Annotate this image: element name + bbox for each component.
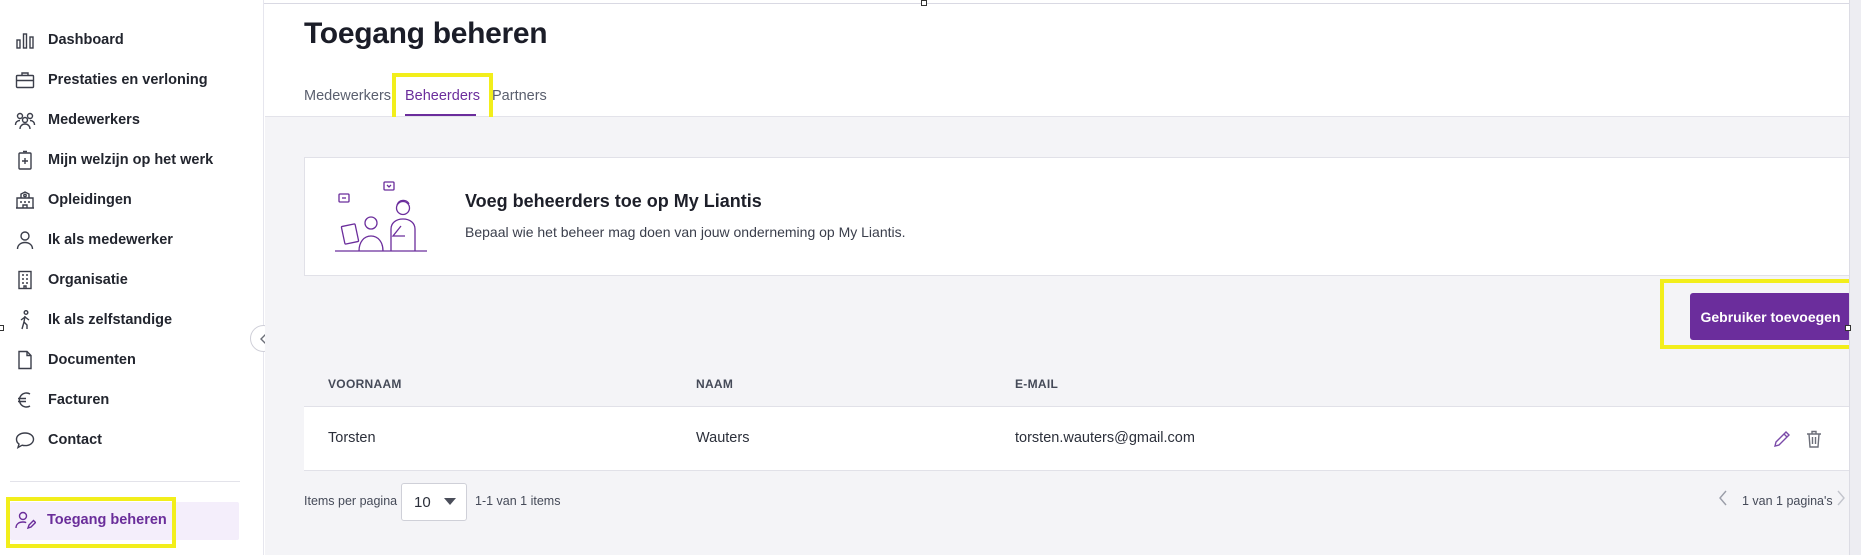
page-size-value: 10 — [414, 494, 431, 511]
page-size-select[interactable] — [401, 483, 467, 521]
briefcase-icon — [15, 72, 35, 89]
chevron-left-icon — [1719, 490, 1727, 506]
sidebar-item-label: Facturen — [48, 392, 110, 408]
delete-icon[interactable] — [1803, 428, 1825, 450]
page-title: Toegang beheren — [304, 17, 548, 50]
sidebar-divider — [10, 481, 240, 482]
office-building-icon — [18, 270, 32, 290]
sidebar-item-label: Opleidingen — [48, 192, 132, 208]
sidebar: Dashboard Prestaties en verloning Medewe… — [0, 0, 264, 555]
info-card — [304, 157, 1850, 276]
person-icon — [16, 231, 34, 250]
bar-chart-icon — [16, 33, 34, 49]
sidebar-item-contact[interactable]: Contact — [14, 427, 102, 453]
document-icon — [18, 350, 32, 370]
cell-email: torsten.wauters@gmail.com — [1015, 430, 1195, 446]
euro-icon — [18, 392, 31, 408]
sidebar-item-dashboard[interactable]: Dashboard — [14, 27, 124, 53]
sidebar-item-zelfstandige[interactable]: Ik als zelfstandige — [14, 307, 172, 333]
card-title: Voeg beheerders toe op My Liantis — [465, 191, 762, 211]
school-building-icon — [16, 191, 34, 209]
sidebar-item-facturen[interactable]: Facturen — [14, 387, 109, 413]
highlight-box — [1660, 279, 1855, 349]
chevron-right-icon — [1837, 490, 1845, 506]
sidebar-item-label: Ik als zelfstandige — [48, 312, 173, 328]
sidebar-item-documenten[interactable]: Documenten — [14, 347, 136, 373]
app-window: Dashboard Prestaties en verloning Medewe… — [0, 0, 1861, 555]
sidebar-item-medewerkers[interactable]: Medewerkers — [14, 107, 140, 133]
sidebar-item-ik-als-medewerker[interactable]: Ik als medewerker — [14, 227, 173, 253]
column-header-voornaam[interactable]: VOORNAAM — [328, 377, 402, 391]
resize-handle[interactable] — [1845, 325, 1851, 331]
chevron-down-icon — [444, 498, 456, 505]
table-header — [304, 356, 1850, 407]
column-header-email[interactable]: E-MAIL — [1015, 377, 1058, 391]
items-range: 1-1 van 1 items — [475, 494, 561, 508]
sidebar-item-label: Medewerkers — [48, 112, 140, 128]
edit-icon[interactable] — [1771, 428, 1793, 450]
tab-partners[interactable]: Partners — [492, 88, 547, 104]
sidebar-item-label: Documenten — [48, 352, 136, 368]
page-indicator: 1 van 1 pagina's — [1742, 494, 1833, 508]
previous-page-button[interactable] — [1718, 490, 1728, 511]
sidebar-item-label: Prestaties en verloning — [48, 72, 208, 88]
items-per-page-label: Items per pagina — [304, 494, 398, 508]
sidebar-item-label: Organisatie — [48, 272, 128, 288]
sidebar-item-label: Ik als medewerker — [48, 232, 173, 248]
sidebar-item-organisatie[interactable]: Organisatie — [14, 267, 128, 293]
chat-bubble-icon — [15, 432, 35, 449]
card-subtitle: Bepaal wie het beheer mag doen van jouw … — [465, 224, 906, 240]
sidebar-item-label: Dashboard — [48, 32, 124, 48]
sidebar-item-welzijn[interactable]: Mijn welzijn op het werk — [14, 147, 213, 173]
cell-voornaam: Torsten — [328, 430, 376, 446]
sidebar-item-opleidingen[interactable]: Opleidingen — [14, 187, 132, 213]
walking-person-icon — [20, 310, 30, 330]
cell-naam: Wauters — [696, 430, 750, 446]
resize-handle[interactable] — [921, 0, 927, 6]
medkit-icon — [18, 150, 32, 170]
scrollbar[interactable] — [1849, 0, 1861, 555]
sidebar-item-prestaties[interactable]: Prestaties en verloning — [14, 67, 208, 93]
resize-handle[interactable] — [0, 325, 4, 331]
people-illustration — [335, 181, 427, 252]
next-page-button[interactable] — [1836, 490, 1846, 511]
sidebar-item-label: Contact — [48, 432, 102, 448]
people-icon — [14, 112, 36, 130]
column-header-naam[interactable]: NAAM — [696, 377, 733, 391]
tab-medewerkers[interactable]: Medewerkers — [304, 88, 391, 104]
highlight-box — [6, 497, 176, 548]
sidebar-item-label: Mijn welzijn op het werk — [48, 152, 214, 168]
